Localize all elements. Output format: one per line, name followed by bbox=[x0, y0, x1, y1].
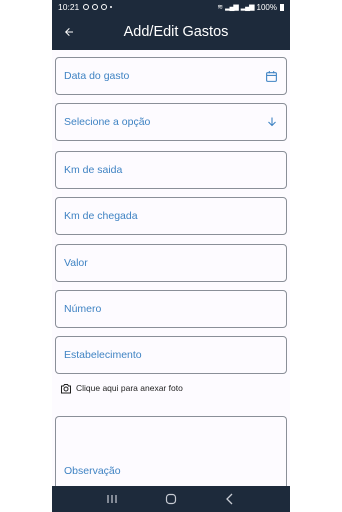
app-bar: Add/Edit Gastos bbox=[52, 14, 290, 50]
phone-screen: 10:21 ≋ ▂▄▆ ▂▄▆ 100% Add/Edit Gastos Dat… bbox=[52, 0, 290, 512]
wifi-icon: ≋ bbox=[217, 4, 223, 11]
battery-level: 100% bbox=[256, 2, 277, 12]
km-saida-field[interactable]: Km de saida bbox=[55, 151, 287, 189]
attach-photo-label: Clique aqui para anexar foto bbox=[76, 383, 183, 393]
option-select-label: Selecione a opção bbox=[64, 116, 151, 128]
observacao-label: Observação bbox=[64, 465, 121, 477]
back-button[interactable] bbox=[54, 14, 84, 50]
recent-apps-button[interactable] bbox=[97, 486, 127, 512]
status-right: ≋ ▂▄▆ ▂▄▆ 100% bbox=[217, 3, 284, 12]
option-select[interactable]: Selecione a opção bbox=[55, 103, 287, 141]
date-field[interactable]: Data do gasto bbox=[55, 57, 287, 95]
system-back-button[interactable] bbox=[215, 486, 245, 512]
signal-2-icon: ▂▄▆ bbox=[240, 4, 255, 11]
valor-label: Valor bbox=[64, 257, 88, 269]
km-chegada-label: Km de chegada bbox=[64, 210, 138, 222]
km-saida-label: Km de saida bbox=[64, 164, 123, 176]
numero-label: Número bbox=[64, 303, 102, 315]
status-bar: 10:21 ≋ ▂▄▆ ▂▄▆ 100% bbox=[52, 0, 290, 14]
home-icon bbox=[165, 493, 177, 505]
page-title: Add/Edit Gastos bbox=[123, 24, 229, 40]
back-icon bbox=[226, 493, 233, 505]
signal-icon: ▂▄▆ bbox=[225, 4, 239, 11]
recent-apps-icon bbox=[107, 495, 117, 503]
arrow-down-icon[interactable] bbox=[266, 116, 278, 128]
estabelecimento-field[interactable]: Estabelecimento bbox=[55, 336, 287, 374]
arrow-back-icon bbox=[65, 28, 73, 36]
more-notifications-icon bbox=[110, 6, 113, 8]
valor-field[interactable]: Valor bbox=[55, 244, 287, 282]
status-left: 10:21 bbox=[58, 2, 113, 12]
notification-icon bbox=[83, 4, 90, 10]
system-nav-bar bbox=[52, 486, 290, 512]
battery-icon bbox=[280, 3, 284, 11]
whatsapp-icon bbox=[101, 4, 108, 10]
status-time: 10:21 bbox=[58, 2, 80, 12]
km-chegada-field[interactable]: Km de chegada bbox=[55, 197, 287, 235]
camera-icon bbox=[61, 383, 71, 393]
numero-field[interactable]: Número bbox=[55, 290, 287, 328]
calendar-icon[interactable] bbox=[265, 70, 278, 83]
observacao-field[interactable]: Observação bbox=[55, 416, 287, 496]
estabelecimento-label: Estabelecimento bbox=[64, 349, 142, 361]
messenger-icon bbox=[92, 4, 99, 10]
home-button[interactable] bbox=[156, 486, 186, 512]
attach-photo-button[interactable]: Clique aqui para anexar foto bbox=[60, 381, 183, 395]
date-field-label: Data do gasto bbox=[64, 70, 130, 82]
